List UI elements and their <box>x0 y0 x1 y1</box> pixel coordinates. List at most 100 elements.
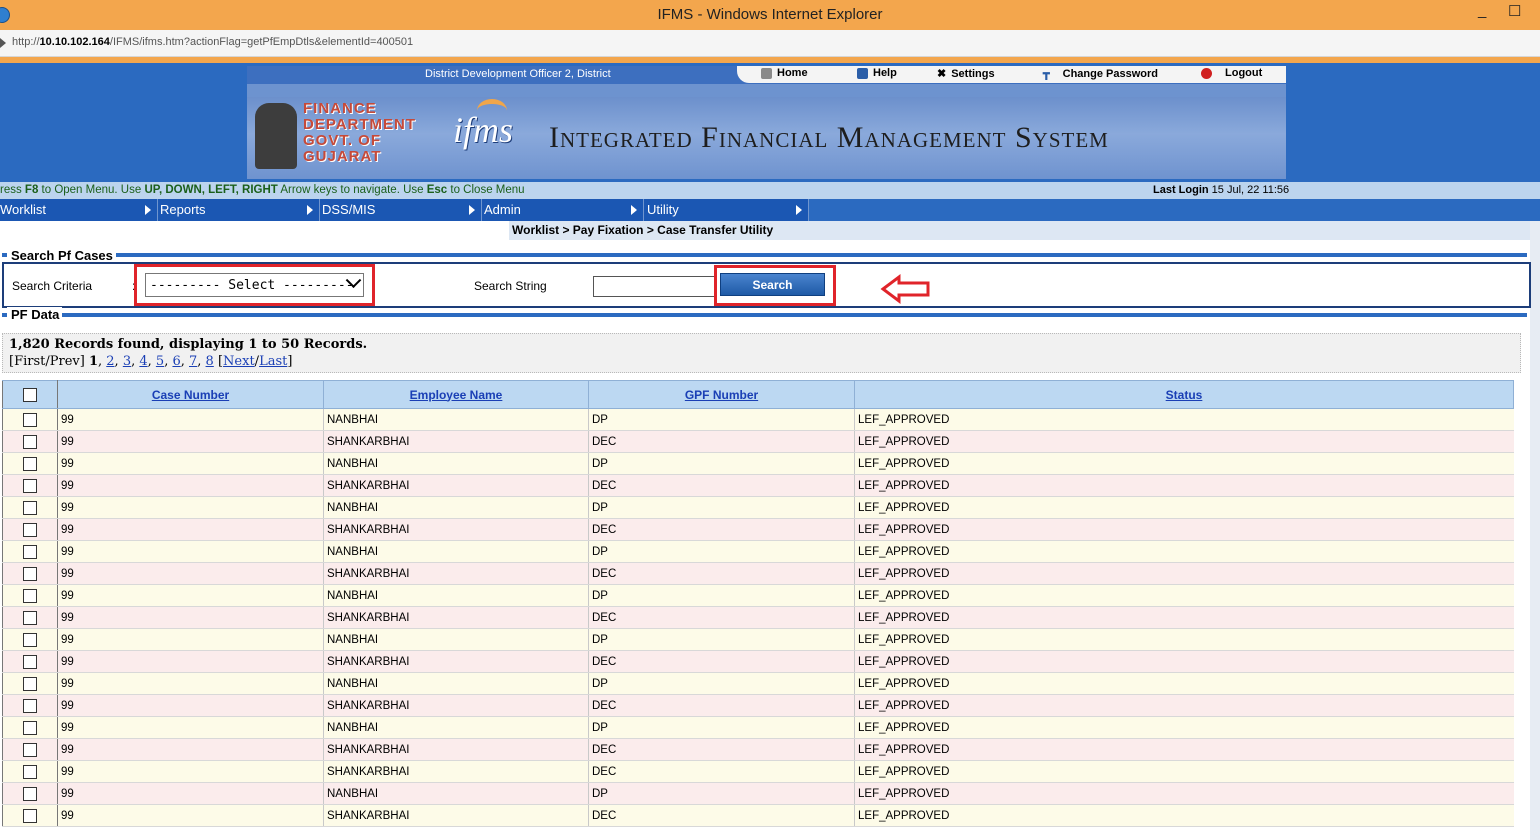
gpf-number-cell: DEC <box>588 606 855 629</box>
case-number-cell: 99 <box>57 496 324 519</box>
row-checkbox[interactable] <box>23 764 37 779</box>
keyboard-hint: ress F8 to Open Menu. Use UP, DOWN, LEFT… <box>0 184 525 196</box>
restore-button[interactable]: ☐ <box>1508 2 1521 20</box>
chevron-right-icon <box>307 205 313 215</box>
address-bar[interactable]: http://10.10.102.164/IFMS/ifms.htm?actio… <box>0 30 1540 57</box>
gpf-number-cell: DP <box>588 452 855 475</box>
row-checkbox[interactable] <box>23 456 37 471</box>
search-string-label: Search String <box>474 279 547 293</box>
row-checkbox-cell <box>2 804 58 827</box>
gpf-number-cell: DP <box>588 782 855 805</box>
row-checkbox[interactable] <box>23 588 37 603</box>
row-checkbox-cell <box>2 672 58 695</box>
next-link[interactable]: Next <box>223 354 255 369</box>
select-all-checkbox[interactable] <box>23 387 37 402</box>
case-number-cell: 99 <box>57 782 324 805</box>
page-link[interactable]: 4 <box>139 354 147 369</box>
help-link[interactable]: Help <box>857 67 897 79</box>
row-checkbox[interactable] <box>23 610 37 625</box>
url-text[interactable]: http://10.10.102.164/IFMS/ifms.htm?actio… <box>12 36 413 48</box>
status-cell: LEF_APPROVED <box>854 430 1514 453</box>
row-checkbox[interactable] <box>23 412 37 427</box>
gpf-number-cell: DP <box>588 496 855 519</box>
employee-name-cell: SHANKARBHAI <box>323 518 589 541</box>
minimize-button[interactable]: _ <box>1478 2 1486 19</box>
row-checkbox[interactable] <box>23 676 37 691</box>
column-gpf-number[interactable]: GPF Number <box>588 380 855 409</box>
ifms-banner: FINANCE DEPARTMENT GOVT. OF GUJARAT ifms… <box>247 97 1286 179</box>
row-checkbox[interactable] <box>23 632 37 647</box>
info-bar: ress F8 to Open Menu. Use UP, DOWN, LEFT… <box>0 182 1540 199</box>
row-checkbox-cell <box>2 562 58 585</box>
page-link[interactable]: 6 <box>172 354 180 369</box>
menu-admin[interactable]: Admin <box>482 199 644 221</box>
employee-name-cell: SHANKARBHAI <box>323 650 589 673</box>
row-checkbox[interactable] <box>23 698 37 713</box>
row-checkbox[interactable] <box>23 544 37 559</box>
case-number-cell: 99 <box>57 584 324 607</box>
row-checkbox[interactable] <box>23 808 37 823</box>
records-summary: 1,820 Records found, displaying 1 to 50 … <box>2 333 1521 373</box>
scrollbar-track[interactable] <box>1530 221 1540 840</box>
menu-worklist[interactable]: Worklist <box>0 199 158 221</box>
page-link[interactable]: 3 <box>123 354 131 369</box>
row-checkbox[interactable] <box>23 500 37 515</box>
gpf-number-cell: DP <box>588 584 855 607</box>
gpf-number-cell: DEC <box>588 650 855 673</box>
search-string-input[interactable] <box>593 276 716 297</box>
row-checkbox[interactable] <box>23 566 37 581</box>
browser-title-bar: IFMS - Windows Internet Explorer _ ☐ <box>0 0 1540 30</box>
row-checkbox[interactable] <box>23 742 37 757</box>
pf-table: Case Number Employee Name GPF Number Sta… <box>2 380 1514 827</box>
search-legend: Search Pf Cases <box>7 248 116 263</box>
page-link[interactable]: 8 <box>206 354 214 369</box>
last-link[interactable]: Last <box>259 354 287 369</box>
search-button[interactable]: Search <box>720 273 825 296</box>
settings-link[interactable]: ✖ Settings <box>937 67 995 81</box>
page-link[interactable]: 7 <box>189 354 197 369</box>
column-case-number[interactable]: Case Number <box>57 380 324 409</box>
table-row: 99 NANBHAI DP LEF_APPROVED <box>2 782 1514 805</box>
page-icon <box>0 38 6 48</box>
status-cell: LEF_APPROVED <box>854 804 1514 827</box>
table-header-row: Case Number Employee Name GPF Number Sta… <box>2 380 1514 409</box>
row-checkbox[interactable] <box>23 434 37 449</box>
menu-utility[interactable]: Utility <box>644 199 809 221</box>
gpf-number-cell: DEC <box>588 694 855 717</box>
gpf-number-cell: DEC <box>588 430 855 453</box>
page-link[interactable]: 2 <box>106 354 114 369</box>
employee-name-cell: NANBHAI <box>323 782 589 805</box>
status-cell: LEF_APPROVED <box>854 650 1514 673</box>
row-checkbox[interactable] <box>23 522 37 537</box>
row-checkbox[interactable] <box>23 720 37 735</box>
menu-reports[interactable]: Reports <box>158 199 320 221</box>
employee-name-cell: NANBHAI <box>323 496 589 519</box>
status-cell: LEF_APPROVED <box>854 782 1514 805</box>
gpf-number-cell: DEC <box>588 562 855 585</box>
row-checkbox-cell <box>2 584 58 607</box>
table-row: 99 SHANKARBHAI DEC LEF_APPROVED <box>2 760 1514 783</box>
table-row: 99 SHANKARBHAI DEC LEF_APPROVED <box>2 694 1514 717</box>
column-status[interactable]: Status <box>854 380 1514 409</box>
case-number-cell: 99 <box>57 694 324 717</box>
case-number-cell: 99 <box>57 408 324 431</box>
status-cell: LEF_APPROVED <box>854 606 1514 629</box>
row-checkbox[interactable] <box>23 786 37 801</box>
row-checkbox[interactable] <box>23 654 37 669</box>
change-password-link[interactable]: ┳ Change Password <box>1043 67 1158 81</box>
logout-link[interactable]: Logout <box>1201 67 1262 79</box>
menu-dss-mis[interactable]: DSS/MIS <box>320 199 482 221</box>
app-header: District Development Officer 2, District… <box>247 66 1286 179</box>
home-link[interactable]: Home <box>761 67 808 79</box>
row-checkbox-cell <box>2 782 58 805</box>
row-checkbox[interactable] <box>23 478 37 493</box>
employee-name-cell: SHANKARBHAI <box>323 562 589 585</box>
main-menu: Worklist Reports DSS/MIS Admin Utility <box>0 199 1540 221</box>
table-row: 99 SHANKARBHAI DEC LEF_APPROVED <box>2 804 1514 827</box>
column-employee-name[interactable]: Employee Name <box>323 380 589 409</box>
search-criteria-select[interactable]: --------- Select --------- <box>145 272 364 297</box>
status-cell: LEF_APPROVED <box>854 540 1514 563</box>
employee-name-cell: NANBHAI <box>323 628 589 651</box>
page-link[interactable]: 5 <box>156 354 164 369</box>
pf-legend: PF Data <box>7 307 63 322</box>
